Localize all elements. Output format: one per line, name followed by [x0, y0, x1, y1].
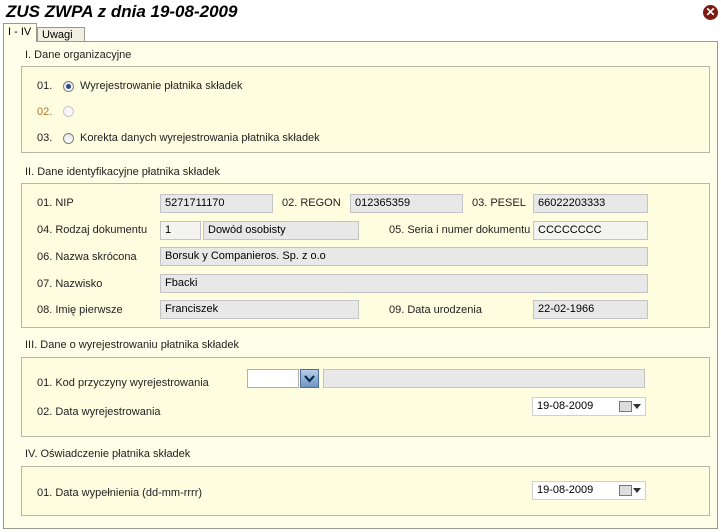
section-2-heading: II. Dane identyfikacyjne płatnika składe… [25, 166, 221, 178]
pesel-label: 03. PESEL [472, 197, 526, 209]
option-1-radio[interactable] [63, 81, 74, 92]
birth-date-label: 09. Data urodzenia [389, 304, 482, 316]
option-3-radio[interactable] [63, 133, 74, 144]
doc-series-field[interactable]: CCCCCCCC [533, 221, 648, 240]
calendar-icon[interactable] [619, 485, 632, 496]
close-icon[interactable]: ✕ [703, 5, 718, 20]
doc-series-label: 05. Seria i numer dokumentu [389, 224, 531, 236]
option-3-label[interactable]: Korekta danych wyrejestrowania płatnika … [80, 132, 320, 144]
regon-field[interactable]: 012365359 [350, 194, 463, 213]
first-name-field[interactable]: Franciszek [160, 300, 359, 319]
section-4-heading: IV. Oświadczenie płatnika składek [25, 448, 191, 460]
option-1-label[interactable]: Wyrejestrowanie płatnika składek [80, 80, 243, 92]
reason-label: 01. Kod przyczyny wyrejestrowania [37, 377, 209, 389]
section-3-heading: III. Dane o wyrejestrowaniu płatnika skł… [25, 339, 239, 351]
reason-dropdown-button[interactable] [300, 369, 319, 388]
section-1-heading: I. Dane organizacyjne [25, 49, 132, 61]
fill-date-label: 01. Data wypełnienia (dd-mm-rrrr) [37, 487, 203, 499]
surname-field[interactable]: Fbacki [160, 274, 648, 293]
option-2-radio[interactable] [63, 106, 74, 117]
window-title: ZUS ZWPA z dnia 19-08-2009 [6, 2, 238, 21]
fill-date-value: 19-08-2009 [537, 484, 594, 496]
chevron-down-icon [304, 375, 315, 383]
doc-type-field[interactable]: Dowód osobisty [203, 221, 359, 240]
nip-label: 01. NIP [37, 197, 74, 209]
nip-field[interactable]: 5271711170 [160, 194, 273, 213]
surname-label: 07. Nazwisko [37, 278, 103, 290]
caret-down-icon[interactable] [633, 488, 641, 493]
caret-down-icon[interactable] [633, 404, 641, 409]
short-name-label: 06. Nazwa skrócona [37, 251, 137, 263]
option-1-number: 01. [37, 80, 53, 92]
pesel-field[interactable]: 66022203333 [533, 194, 648, 213]
reason-code-combo[interactable] [247, 369, 299, 388]
deregistration-date-value: 19-08-2009 [537, 400, 594, 412]
first-name-label: 08. Imię pierwsze [37, 304, 123, 316]
birth-date-field[interactable]: 22-02-1966 [533, 300, 648, 319]
option-2-number: 02. [37, 106, 53, 118]
short-name-field[interactable]: Borsuk y Companieros. Sp. z o.o [160, 247, 648, 266]
regon-label: 02. REGON [282, 197, 341, 209]
doc-type-label: 04. Rodzaj dokumentu [37, 224, 148, 236]
tab-uwagi[interactable]: Uwagi [37, 27, 85, 42]
doc-type-code-field[interactable]: 1 [160, 221, 201, 240]
reason-description-field [323, 369, 645, 388]
deregistration-date-label: 02. Data wyrejestrowania [37, 406, 161, 418]
tab-i-iv[interactable]: I - IV [3, 23, 37, 42]
option-3-number: 03. [37, 132, 53, 144]
calendar-icon[interactable] [619, 401, 632, 412]
